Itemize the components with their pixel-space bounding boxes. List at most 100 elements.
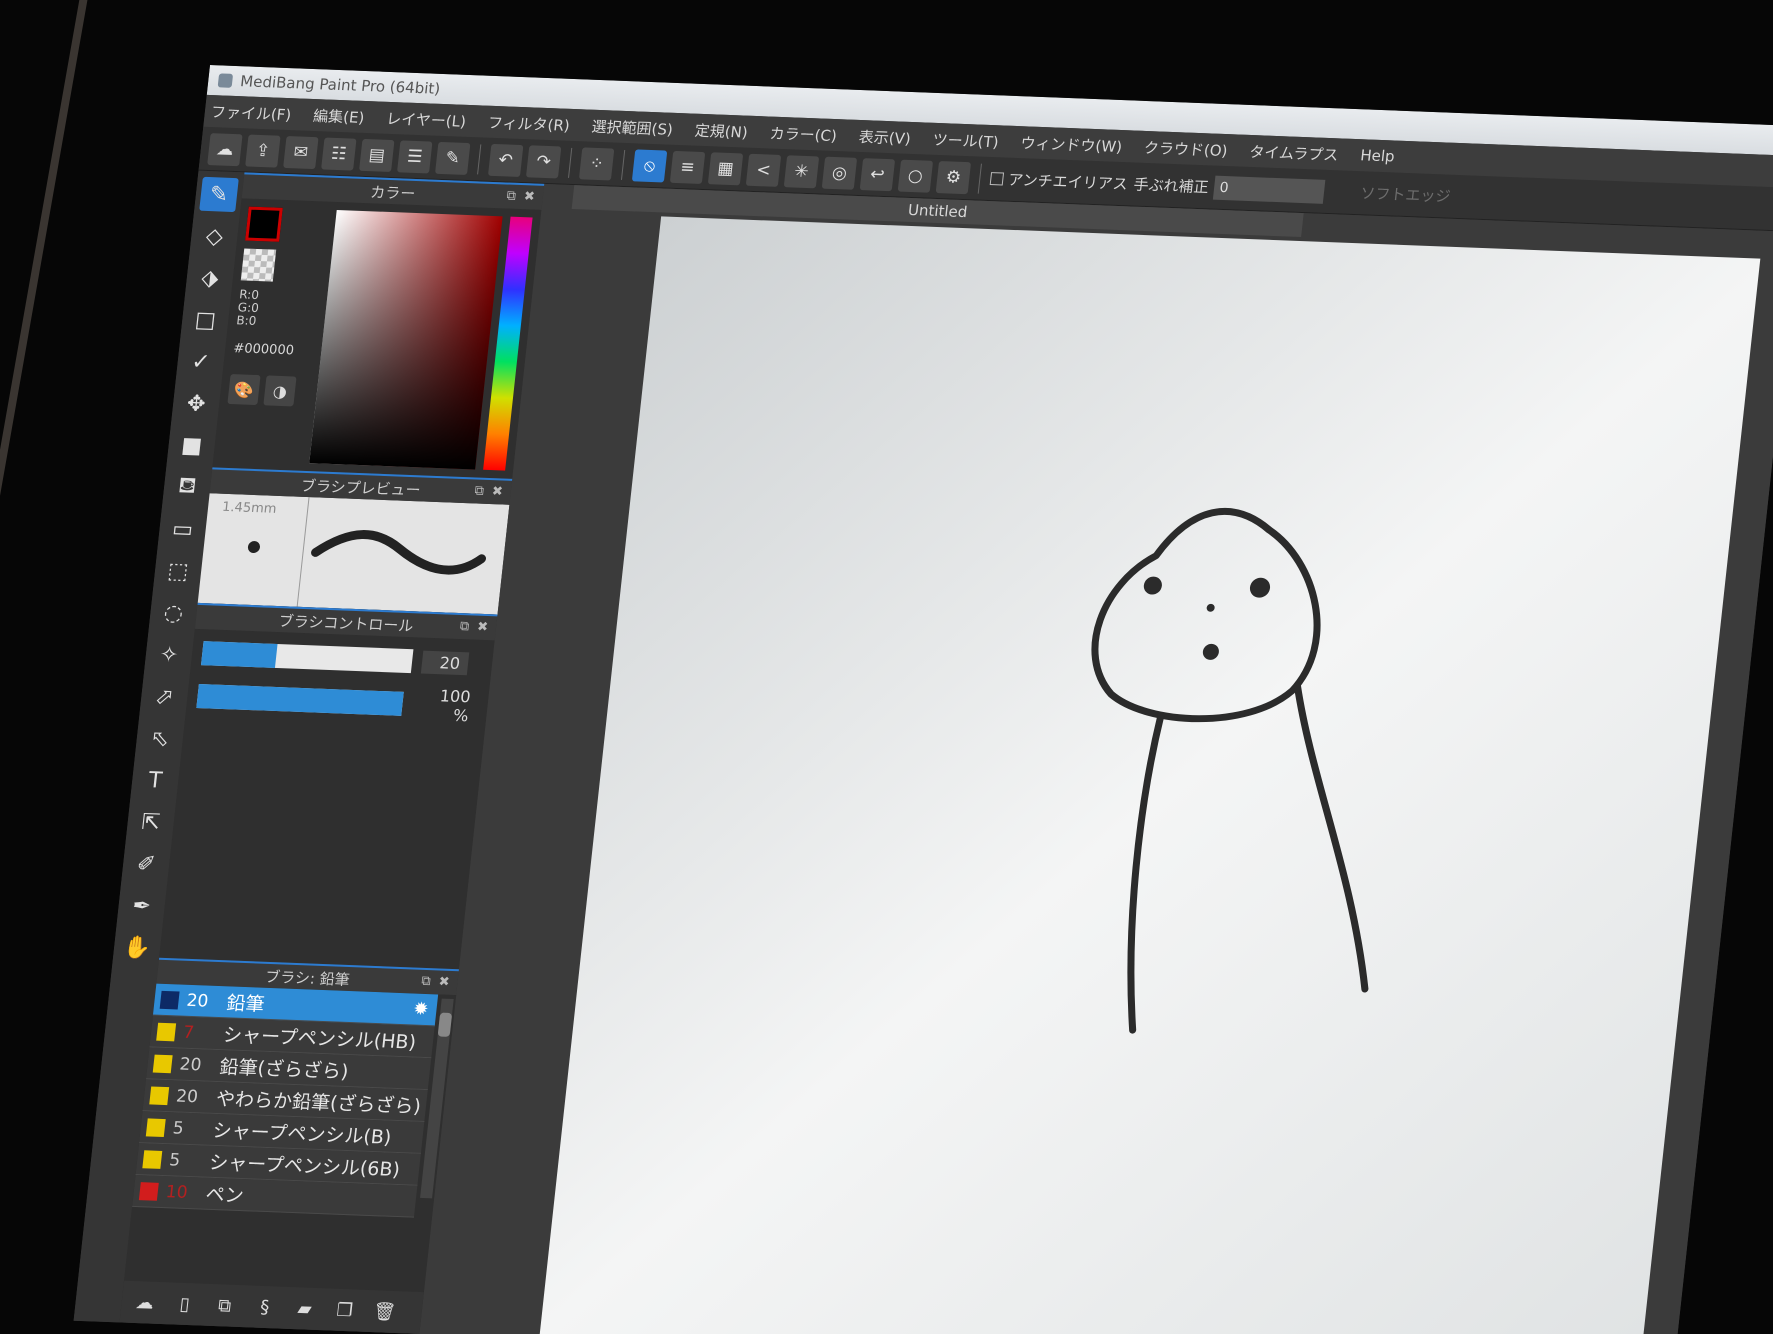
lasso-select-icon[interactable]: ◌ <box>154 595 194 630</box>
gear-icon[interactable]: ✹ <box>412 999 429 1021</box>
select-pen-icon[interactable]: ✓ <box>181 344 221 379</box>
add-brush-icon[interactable]: ⧉ <box>208 1290 241 1321</box>
toolbar-separator <box>477 143 482 174</box>
folder-icon[interactable]: ▰ <box>288 1293 321 1324</box>
popout-icon[interactable]: ⧉ <box>459 619 470 634</box>
brush-opacity-slider[interactable] <box>196 684 404 716</box>
duplicate-icon[interactable]: ❐ <box>328 1295 361 1326</box>
blur-eraser-tool-icon[interactable]: ⬗ <box>190 261 230 296</box>
menu-tool[interactable]: ツール(T) <box>932 128 1000 151</box>
menu-filter[interactable]: フィルタ(R) <box>487 111 571 135</box>
menu-view[interactable]: 表示(V) <box>858 125 912 148</box>
select-eraser-icon[interactable]: ⬁ <box>140 721 180 756</box>
hand-tool-icon[interactable]: ✋ <box>117 930 157 965</box>
comment-icon[interactable]: ✉ <box>283 135 319 169</box>
chat-icon[interactable]: ☷ <box>321 136 357 171</box>
brush-size-slider[interactable] <box>201 641 414 674</box>
palette-buttons: 🎨 ◑ <box>227 374 310 407</box>
popout-icon[interactable]: ⧉ <box>506 189 517 204</box>
close-icon[interactable]: ✖ <box>476 620 489 635</box>
redo-icon[interactable]: ↷ <box>525 144 562 178</box>
stroke-sample <box>311 530 486 575</box>
transparent-swatch[interactable] <box>240 248 277 282</box>
brush-item-name: やわらか鉛筆(ざらざら) <box>214 1088 422 1118</box>
close-icon[interactable]: ✖ <box>438 974 451 989</box>
move-tool-icon[interactable]: ✥ <box>176 386 216 421</box>
brush-item-size: 20 <box>185 990 210 1012</box>
foreground-swatch[interactable] <box>245 206 283 242</box>
palette-alt-icon[interactable]: ◑ <box>263 375 297 407</box>
curve-snap-icon[interactable]: ↩ <box>859 157 896 191</box>
brush-item-name: 鉛筆 <box>225 992 266 1016</box>
popout-icon[interactable]: ⧉ <box>474 483 485 498</box>
menu-ruler[interactable]: 定規(N) <box>694 119 749 142</box>
menu-file[interactable]: ファイル(F) <box>210 101 293 125</box>
brush-color-chip <box>149 1085 170 1105</box>
workspace: ✎ ◇ ⬗ □ ✓ ✥ ■ ⛾ ▭ ⬚ ◌ ✧ ⬀ ⬁ T ⇱ ✐ ✒ ✋ カラ… <box>73 170 1773 1334</box>
palette-icon[interactable]: 🎨 <box>227 374 261 406</box>
brush-tool-icon[interactable]: ✎ <box>199 176 239 213</box>
app-window: MediBang Paint Pro (64bit) ファイル(F) 編集(E)… <box>73 65 1773 1334</box>
eyedropper-icon[interactable]: ✒ <box>122 888 162 923</box>
parallel-snap-icon[interactable]: ≡ <box>669 150 706 184</box>
close-icon[interactable]: ✖ <box>523 189 536 204</box>
size-fill <box>201 641 278 668</box>
rect-select-icon[interactable]: ⬚ <box>158 554 198 589</box>
undo-icon[interactable]: ↶ <box>488 143 524 177</box>
trash-icon[interactable]: 🗑 <box>368 1296 401 1327</box>
dot-tool-icon[interactable]: □ <box>186 302 226 337</box>
brush-opacity-value: 100 % <box>438 686 472 726</box>
brush-control-panel: 20 100 % <box>159 628 495 970</box>
menu-help[interactable]: Help <box>1359 146 1395 165</box>
antialias-checkbox[interactable]: アンチエイリアス <box>989 168 1129 194</box>
menu-timelapse[interactable]: タイムラプス <box>1248 141 1339 165</box>
circle-snap-icon[interactable]: ○ <box>897 159 934 193</box>
brush-item-size: 20 <box>178 1054 203 1075</box>
divide-tool-icon[interactable]: ✐ <box>126 847 166 882</box>
share-icon[interactable]: ⇪ <box>245 134 281 168</box>
radial-snap-icon[interactable]: ✳ <box>783 154 820 188</box>
antialias-label: アンチエイリアス <box>1007 170 1129 194</box>
menu-cloud[interactable]: クラウド(O) <box>1143 136 1229 160</box>
stabilizer-select[interactable]: 0 <box>1213 175 1326 204</box>
perspective-snap-icon[interactable]: < <box>745 153 782 187</box>
save-icon[interactable]: ▤ <box>359 138 395 172</box>
text-tool-icon[interactable]: T <box>136 763 176 798</box>
grid-snap-icon[interactable]: ▦ <box>707 151 744 185</box>
menu-layer[interactable]: レイヤー(L) <box>385 107 467 131</box>
brush-size-value[interactable]: 20 <box>420 650 470 675</box>
close-icon[interactable]: ✖ <box>491 484 504 499</box>
brush-color-chip <box>142 1149 163 1169</box>
menu-edit[interactable]: 編集(E) <box>312 105 365 128</box>
script-brush-icon[interactable]: § <box>248 1291 281 1322</box>
snap-off-icon[interactable]: ⦸ <box>631 148 668 183</box>
blue-value: B:0 <box>235 313 258 328</box>
drawing-canvas[interactable] <box>537 216 1761 1334</box>
menu-selection[interactable]: 選択範囲(S) <box>591 115 674 139</box>
fill-shape-icon[interactable]: ■ <box>172 428 212 463</box>
concentric-snap-icon[interactable]: ◎ <box>821 156 858 190</box>
brush-item-size: 7 <box>182 1022 196 1043</box>
operation-tool-icon[interactable]: ⇱ <box>131 805 171 840</box>
toolbar-separator <box>977 163 983 194</box>
edit-icon[interactable]: ✎ <box>435 141 471 175</box>
deselect-icon[interactable]: ⁘ <box>578 146 615 180</box>
gradient-tool-icon[interactable]: ▭ <box>163 512 203 547</box>
magic-wand-icon[interactable]: ✧ <box>149 637 189 672</box>
list-icon[interactable]: ☰ <box>397 139 433 173</box>
scroll-thumb[interactable] <box>437 1012 453 1037</box>
menu-window[interactable]: ウィンドウ(W) <box>1019 132 1123 157</box>
brush-item-name: 鉛筆(ざらざら) <box>218 1056 350 1084</box>
popout-icon[interactable]: ⧉ <box>421 974 432 989</box>
opacity-fill <box>196 684 404 716</box>
menu-color[interactable]: カラー(C) <box>769 122 838 146</box>
bucket-tool-icon[interactable]: ⛾ <box>167 470 207 505</box>
saturation-value-picker[interactable] <box>309 209 503 470</box>
new-brush-icon[interactable]: ▯ <box>168 1288 201 1319</box>
cloud-icon[interactable]: ☁ <box>207 132 243 166</box>
panel-controls: ⧉ ✖ <box>421 974 451 990</box>
select-pen-tool-icon[interactable]: ⬀ <box>145 679 185 714</box>
cloud-brush-icon[interactable]: ☁ <box>128 1287 161 1318</box>
snap-settings-icon[interactable]: ⚙ <box>935 160 972 194</box>
eraser-tool-icon[interactable]: ◇ <box>195 219 235 254</box>
